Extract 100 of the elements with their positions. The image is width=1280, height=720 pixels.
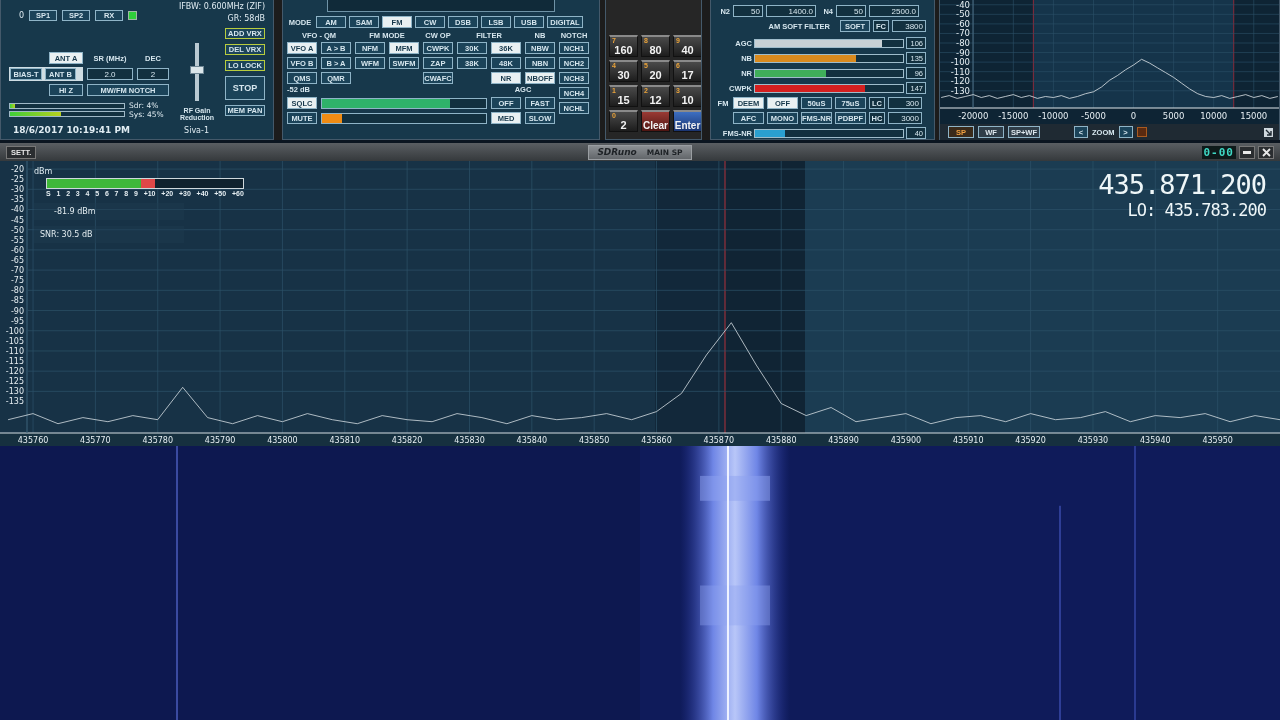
axis-label: -100 xyxy=(950,57,970,68)
notch-field[interactable]: 50 xyxy=(733,5,763,17)
axis-label: -20000 xyxy=(958,111,989,121)
level-slider[interactable] xyxy=(754,128,904,138)
snr-readout: SNR: 30.5 dB xyxy=(34,226,184,243)
marker-button[interactable] xyxy=(1136,127,1147,137)
axis-label: 435950 xyxy=(1202,436,1233,445)
axis-label: -135 xyxy=(5,397,24,407)
axis-label: -65 xyxy=(10,256,24,265)
axis-label: -130 xyxy=(950,85,970,96)
key-label: 30 xyxy=(617,68,630,81)
cutoff-field[interactable]: 3000 xyxy=(888,112,922,124)
axis-label: 435760 xyxy=(17,436,49,445)
axis-label: -35 xyxy=(10,195,24,205)
clock-display: 0-00 xyxy=(1201,145,1236,159)
key-label: Clear xyxy=(643,120,668,131)
axis-label: 10000 xyxy=(1200,111,1228,121)
sample-rate-field[interactable]: 2.0 xyxy=(87,68,133,80)
axis-label: -110 xyxy=(5,346,24,356)
axis-label: -30 xyxy=(10,185,24,195)
axis-label: -60 xyxy=(956,18,970,29)
minimize-icon xyxy=(1243,150,1251,154)
axis-label: -40 xyxy=(10,205,24,215)
axis-label: -100 xyxy=(5,326,24,336)
axis-label: 0 xyxy=(1130,111,1137,121)
axis-label: -50 xyxy=(10,225,24,235)
axis-label: 435910 xyxy=(953,436,984,445)
axis-label: -115 xyxy=(5,357,24,367)
signal-readout: -81.9 dBm xyxy=(34,203,184,220)
rf-gain-slider[interactable] xyxy=(190,43,204,101)
key-label: 15 xyxy=(617,93,630,106)
key-label: 160 xyxy=(614,43,633,56)
axis-label: -55 xyxy=(10,235,24,245)
axis-label: -45 xyxy=(10,215,24,225)
axis-label: -50 xyxy=(956,9,970,20)
axis-label: 435900 xyxy=(890,436,922,445)
key-label: 10 xyxy=(681,93,694,106)
axis-label: 435840 xyxy=(516,436,548,445)
cutoff-field[interactable]: 3800 xyxy=(892,20,926,32)
axis-label: -130 xyxy=(5,387,24,397)
axis-label: -80 xyxy=(956,38,970,48)
axis-label: 435920 xyxy=(1015,436,1046,445)
key-label: 2 xyxy=(620,118,627,131)
close-button[interactable] xyxy=(1258,145,1274,159)
lo-frequency-display: LO: 435.783.200 xyxy=(1127,202,1266,219)
axis-label: -85 xyxy=(10,296,24,306)
key-label: Enter xyxy=(674,120,701,131)
axis-label: 15000 xyxy=(1240,111,1268,121)
level-slider[interactable] xyxy=(754,83,904,93)
minimize-button[interactable] xyxy=(1239,145,1255,159)
notch-field[interactable]: 50 xyxy=(836,5,866,17)
cutoff-field[interactable]: 300 xyxy=(888,97,922,109)
ifbw-label: IFBW: 0.600MHz (ZIF) xyxy=(178,2,265,11)
volume-slider[interactable] xyxy=(321,112,487,124)
key-label: 12 xyxy=(649,93,662,106)
notch-field[interactable]: 2500.0 xyxy=(869,5,919,17)
axis-label: 435860 xyxy=(641,436,672,445)
vrx-button[interactable]: STOP xyxy=(225,76,265,100)
axis-label: -120 xyxy=(5,367,24,377)
axis-label: 5000 xyxy=(1162,111,1185,121)
axis-label: 435770 xyxy=(80,436,111,445)
key-label: 80 xyxy=(649,43,662,56)
axis-label: 435870 xyxy=(703,436,735,445)
axis-label: 435830 xyxy=(454,436,485,445)
axis-label: 435790 xyxy=(204,436,236,445)
level-slider[interactable] xyxy=(754,38,904,48)
axis-label: 435890 xyxy=(828,436,859,445)
keypad-key[interactable]: Enter xyxy=(673,110,701,132)
gain-reduction-label: GR: 58dB xyxy=(227,14,265,23)
axis-label: -40 xyxy=(956,0,970,10)
brand-label: SDRuno xyxy=(597,147,637,157)
axis-label: -120 xyxy=(950,76,970,87)
axis-label: -105 xyxy=(5,336,24,346)
axis-label: 435930 xyxy=(1077,436,1109,445)
close-icon xyxy=(1261,147,1271,157)
squelch-slider[interactable] xyxy=(321,97,487,109)
axis-label: 435820 xyxy=(391,436,423,445)
key-label: 40 xyxy=(681,43,694,56)
level-slider[interactable] xyxy=(754,68,904,78)
axis-label: -90 xyxy=(10,306,24,316)
axis-label: -70 xyxy=(10,266,24,276)
axis-label: 435800 xyxy=(267,436,298,445)
axis-label: -80 xyxy=(10,286,24,296)
resize-icon[interactable] xyxy=(1264,127,1273,137)
key-label: 17 xyxy=(681,68,694,81)
axis-label: -10000 xyxy=(1038,111,1069,121)
notch-field[interactable]: 1400.0 xyxy=(766,5,816,17)
level-slider[interactable] xyxy=(754,53,904,63)
axis-label: -25 xyxy=(10,175,24,185)
axis-label: -75 xyxy=(10,276,24,286)
device-label: Siva-1 xyxy=(184,125,209,135)
slider-thumb[interactable] xyxy=(190,65,204,74)
axis-label: -20 xyxy=(10,165,24,175)
frequency-display: 435.871.200 xyxy=(1098,171,1266,198)
axis-label: -90 xyxy=(956,47,970,58)
axis-label: 435810 xyxy=(329,436,361,445)
axis-label: -95 xyxy=(10,316,24,326)
keypad-key[interactable]: Clear xyxy=(641,110,670,132)
decimation-field[interactable]: 2 xyxy=(137,68,169,80)
axis-label: -5000 xyxy=(1081,111,1106,121)
